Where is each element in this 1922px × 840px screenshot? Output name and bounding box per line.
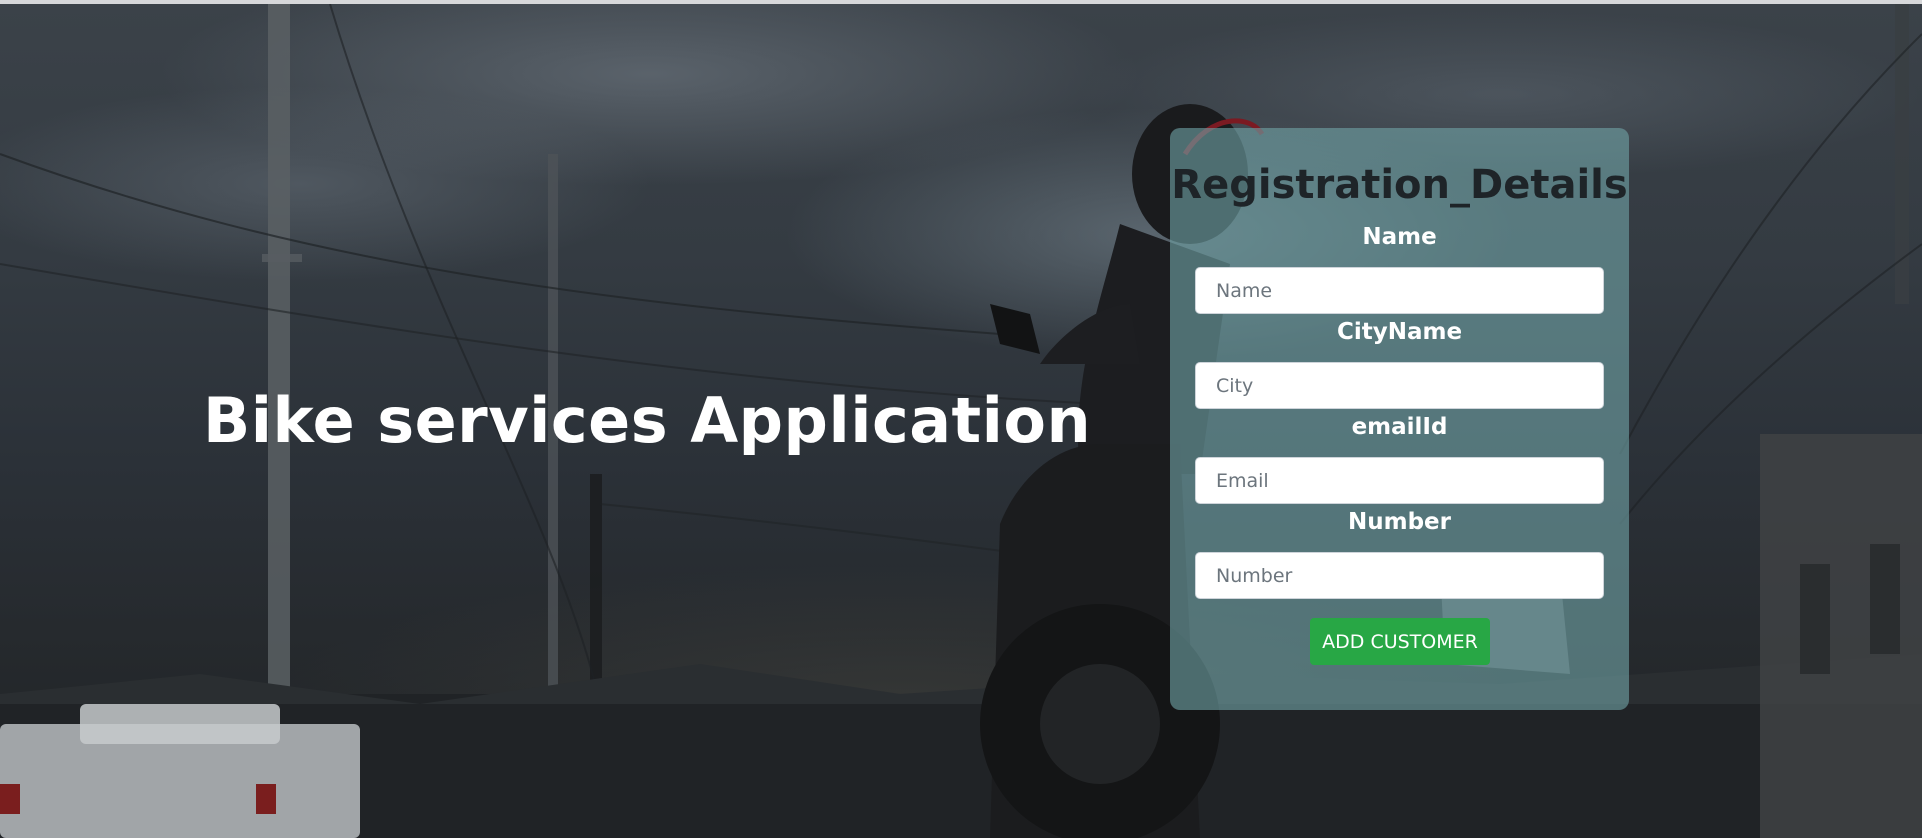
city-input[interactable] <box>1195 362 1604 409</box>
email-label: emailId <box>1351 414 1448 440</box>
email-input[interactable] <box>1195 457 1604 504</box>
city-label: CityName <box>1336 319 1463 345</box>
name-label: Name <box>1362 224 1437 250</box>
name-input[interactable] <box>1195 267 1604 314</box>
form-title: Registration_Details <box>1171 162 1628 208</box>
number-label: Number <box>1348 509 1451 535</box>
registration-card: Registration_Details Name CityName email… <box>1170 128 1629 710</box>
add-customer-button[interactable]: ADD CUSTOMER <box>1310 618 1490 665</box>
page-headline: Bike services Application <box>203 384 1092 457</box>
hero-background: Bike services Application <box>0 4 1922 838</box>
number-input[interactable] <box>1195 552 1604 599</box>
